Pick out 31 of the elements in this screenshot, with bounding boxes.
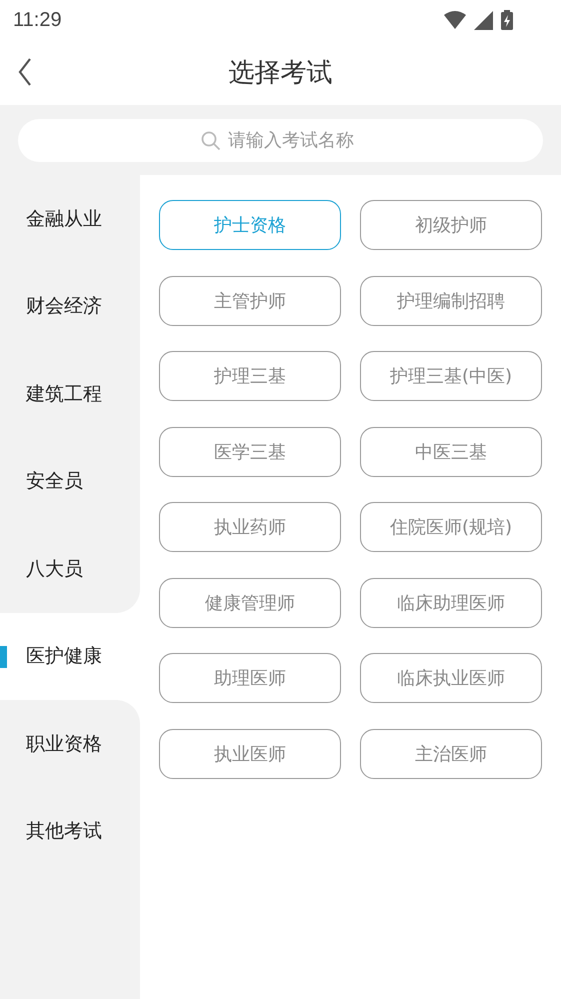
exam-option[interactable]: 护理三基 [159,351,341,401]
page-title: 选择考试 [228,57,332,90]
exam-option[interactable]: 执业药师 [159,502,341,552]
category-item[interactable]: 职业资格 [0,700,140,788]
search-field[interactable]: 请输入考试名称 [18,118,543,162]
category-item[interactable]: 财会经济 [0,262,140,350]
exam-option[interactable]: 临床助理医师 [360,578,542,628]
wifi-icon [444,11,466,29]
category-item[interactable]: 建筑工程 [0,350,140,438]
exam-option[interactable]: 主治医师 [360,728,542,778]
exam-option[interactable]: 健康管理师 [159,578,341,628]
exam-option[interactable]: 临床执业医师 [360,653,542,703]
exam-option[interactable]: 医学三基 [159,426,341,476]
exam-option[interactable]: 主管护师 [159,276,341,326]
back-button[interactable] [18,57,32,87]
status-time: 11:29 [13,8,62,32]
exam-option[interactable]: 护理三基(中医) [360,351,542,401]
exam-option[interactable]: 助理医师 [159,653,341,703]
selected-indicator [0,646,7,668]
category-item[interactable]: 金融从业 [0,175,140,262]
exam-option[interactable]: 初级护师 [360,200,542,250]
exam-option[interactable]: 中医三基 [360,426,542,476]
exam-option[interactable]: 执业医师 [159,728,341,778]
exam-option[interactable]: 住院医师(规培) [360,502,542,552]
category-item[interactable]: 安全员 [0,438,140,525]
signal-icon [474,10,493,30]
exam-option[interactable]: 护理编制招聘 [360,276,542,326]
category-item[interactable]: 八大员 [0,525,140,612]
category-item[interactable]: 其他考试 [0,788,140,875]
battery-charging-icon [501,10,513,30]
exam-option[interactable]: 护士资格 [159,200,341,250]
